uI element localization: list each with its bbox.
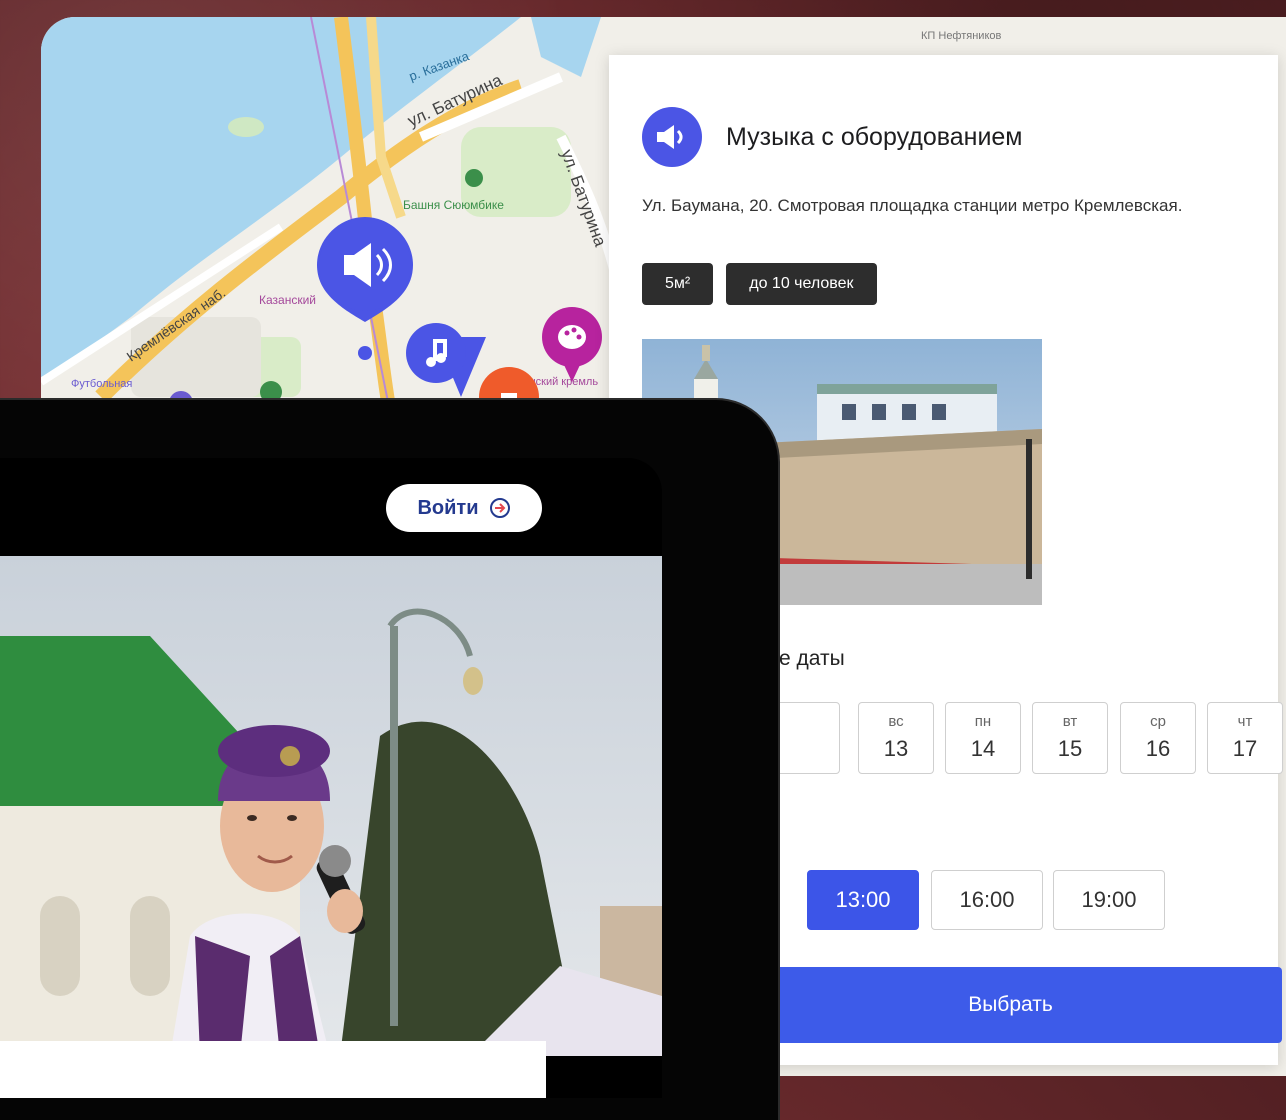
caption-bar bbox=[0, 1041, 546, 1098]
date-num: 14 bbox=[970, 736, 996, 761]
tablet-screen: Войти bbox=[0, 458, 662, 1098]
dates-label: е даты bbox=[779, 647, 845, 670]
date-dow: вт bbox=[1062, 713, 1078, 730]
date-cell[interactable]: ср 16 bbox=[1120, 702, 1196, 774]
time-slot[interactable]: 19:00 bbox=[1053, 870, 1165, 930]
map-label-football: Футбольная bbox=[71, 378, 132, 390]
date-cell[interactable]: пн 14 bbox=[945, 702, 1021, 774]
map-label-kazan: Казанский bbox=[259, 293, 316, 307]
map-label-station: КП Нефтяников bbox=[921, 30, 1002, 42]
login-button[interactable]: Войти bbox=[386, 484, 542, 532]
map-marker-palette[interactable] bbox=[542, 307, 602, 382]
date-cell[interactable]: вт 15 bbox=[1032, 702, 1108, 774]
map-marker-music[interactable] bbox=[406, 323, 486, 397]
date-num: 15 bbox=[1057, 736, 1083, 761]
address-text: Ул. Баумана, 20. Смотровая площадка стан… bbox=[642, 196, 1183, 215]
area-chip: 5м² bbox=[642, 263, 714, 305]
hero-photo bbox=[0, 556, 662, 1056]
login-label: Войти bbox=[417, 496, 479, 519]
logout-icon bbox=[489, 498, 510, 518]
tablet-frame: Войти bbox=[0, 400, 778, 1120]
date-dow: вс bbox=[888, 713, 904, 730]
date-cell[interactable]: чт 17 bbox=[1207, 702, 1283, 774]
date-num: 17 bbox=[1232, 736, 1258, 761]
panel-header: Музыка с оборудованием bbox=[642, 107, 1023, 167]
date-dow: чт bbox=[1237, 713, 1253, 730]
date-num: 16 bbox=[1145, 736, 1171, 761]
feature-chips: 5м² до 10 человек bbox=[642, 263, 877, 305]
panel-title: Музыка с оборудованием bbox=[726, 122, 1023, 151]
date-num: 13 bbox=[883, 736, 909, 761]
choose-button[interactable]: Выбрать bbox=[739, 967, 1282, 1043]
map-label-tower: Башня Сююмбике bbox=[403, 198, 504, 212]
time-slot[interactable]: 16:00 bbox=[931, 870, 1043, 930]
time-slot-selected[interactable]: 13:00 bbox=[807, 870, 919, 930]
date-dow: ср bbox=[1150, 713, 1166, 730]
palette-icon bbox=[558, 325, 586, 349]
date-cell[interactable]: вс 13 bbox=[858, 702, 934, 774]
speaker-icon bbox=[642, 107, 702, 167]
map-marker-selected[interactable] bbox=[317, 217, 413, 360]
date-dow: пн bbox=[974, 713, 992, 730]
capacity-chip: до 10 человек bbox=[726, 263, 877, 305]
